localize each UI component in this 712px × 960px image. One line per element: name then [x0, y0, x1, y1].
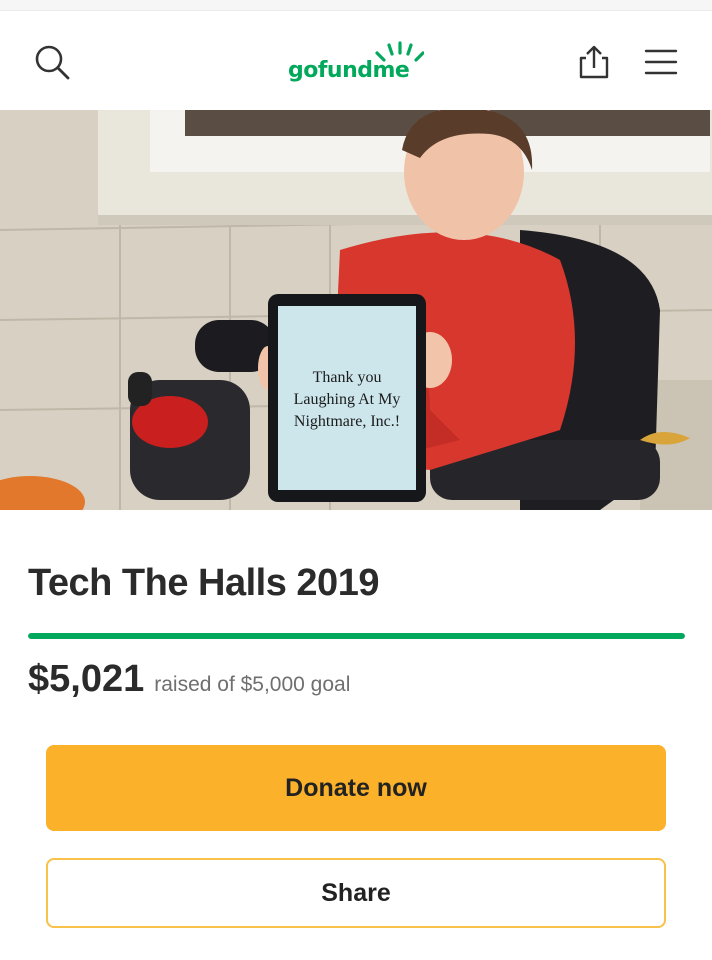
menu-icon: [644, 49, 678, 75]
share-button[interactable]: Share: [46, 858, 666, 928]
share-header-button[interactable]: [570, 38, 618, 86]
campaign-title: Tech The Halls 2019: [28, 562, 379, 604]
gofundme-logo[interactable]: gofundme: [270, 34, 442, 94]
funding-progress-bar: [28, 633, 685, 639]
sign-line-3: Nightmare, Inc.!: [294, 413, 400, 430]
donate-now-button[interactable]: Donate now: [46, 745, 666, 831]
site-header: gofundme: [0, 10, 712, 110]
menu-button[interactable]: [636, 38, 686, 86]
search-button[interactable]: [28, 38, 76, 86]
campaign-hero-image[interactable]: Thank you Laughing At My Nightmare, Inc.…: [0, 110, 712, 510]
funding-progress-fill: [28, 633, 685, 639]
share-upload-icon: [579, 45, 609, 79]
logo-sunburst-icon: [375, 41, 424, 62]
sign-line-1: Thank you: [313, 369, 382, 386]
search-icon: [35, 45, 70, 80]
funding-summary: $5,021 raised of $5,000 goal: [28, 658, 350, 701]
raised-goal-text: raised of $5,000 goal: [154, 673, 351, 696]
sign-line-2: Laughing At My: [294, 391, 401, 408]
hero-photo: Thank you Laughing At My Nightmare, Inc.…: [0, 110, 712, 510]
raised-amount: $5,021: [28, 658, 145, 700]
